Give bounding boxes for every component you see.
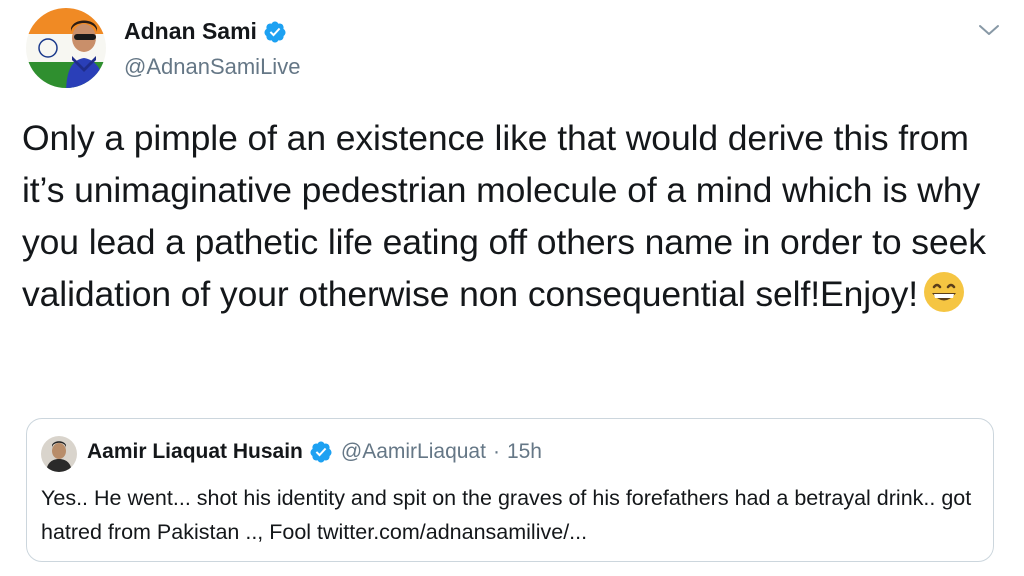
verified-badge-icon <box>264 21 286 42</box>
author-handle[interactable]: @AdnanSamiLive <box>124 54 300 80</box>
grinning-face-emoji-icon <box>924 272 965 312</box>
quoted-separator: · <box>492 440 500 463</box>
verified-badge-icon <box>310 441 332 463</box>
quoted-tweet[interactable]: Aamir Liaquat Husain @AamirLiaquat · 15h… <box>26 418 994 562</box>
author-name-text[interactable]: Adnan Sami <box>124 18 257 45</box>
quoted-tweet-header: Aamir Liaquat Husain @AamirLiaquat · 15h <box>87 440 542 464</box>
quoted-author-handle[interactable]: @AamirLiaquat <box>341 440 486 464</box>
tweet-text-content: Only a pimple of an existence like that … <box>22 118 986 314</box>
quoted-author-name[interactable]: Aamir Liaquat Husain <box>87 440 303 464</box>
chevron-down-icon[interactable] <box>978 22 1000 38</box>
tweet-text: Only a pimple of an existence like that … <box>22 112 1012 320</box>
quoted-author-avatar[interactable] <box>41 436 77 472</box>
author-name[interactable]: Adnan Sami <box>124 18 287 45</box>
quoted-timestamp[interactable]: 15h <box>507 440 542 464</box>
tweet-card: Adnan Sami @AdnanSamiLive Only a pimple … <box>0 0 1024 576</box>
quoted-tweet-text: Yes.. He went... shot his identity and s… <box>41 486 972 544</box>
author-avatar[interactable] <box>26 8 106 88</box>
